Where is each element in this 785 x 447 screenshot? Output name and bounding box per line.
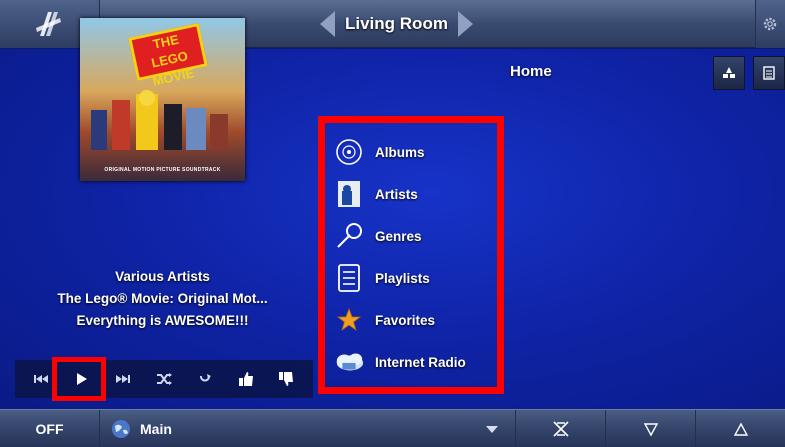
repeat-icon — [199, 374, 211, 382]
album-art: THE LEGO MOVIE ORIGINAL MOTION PICTURE S… — [80, 18, 245, 181]
tree-view-icon — [723, 67, 735, 78]
next-track-icon — [116, 375, 131, 383]
mute-icon — [552, 421, 569, 437]
power-off-button[interactable]: OFF — [0, 410, 100, 447]
browse-menu-highlight — [318, 116, 504, 394]
zone-selector[interactable]: Main — [110, 410, 172, 447]
mute-button[interactable] — [515, 410, 605, 447]
thumbs-up-button[interactable] — [231, 364, 261, 394]
volume-up-icon — [733, 422, 748, 436]
browse-title: Home — [510, 63, 552, 80]
thumbs-up-icon — [238, 372, 253, 386]
globe-icon — [112, 420, 130, 438]
now-playing-artist: Various Artists — [115, 269, 210, 284]
now-playing-album: The Lego® Movie: Original Mot... — [57, 291, 268, 306]
previous-room-arrow-icon[interactable] — [320, 11, 335, 37]
shuffle-icon — [156, 373, 172, 385]
album-art-logo: THE LEGO MOVIE — [128, 22, 208, 89]
previous-track-icon — [34, 375, 49, 383]
room-title[interactable]: Living Room — [345, 14, 448, 34]
next-room-arrow-icon[interactable] — [457, 11, 473, 37]
play-button-highlight — [52, 357, 106, 401]
volume-up-button[interactable] — [695, 410, 785, 447]
album-art-figures — [91, 90, 228, 150]
thumbs-down-button[interactable] — [271, 364, 301, 394]
app-logo-icon — [36, 12, 61, 36]
zone-label: Main — [140, 421, 172, 437]
gear-icon — [763, 17, 777, 31]
volume-down-button[interactable] — [605, 410, 695, 447]
repeat-button[interactable] — [190, 364, 220, 394]
volume-down-icon — [643, 423, 658, 437]
thumbs-down-icon — [279, 372, 294, 386]
zone-dropdown-icon[interactable] — [486, 426, 498, 433]
shuffle-button[interactable] — [149, 364, 179, 394]
queue-list-button[interactable] — [753, 56, 785, 90]
settings-button[interactable] — [755, 0, 785, 48]
browse-mode-button[interactable] — [713, 56, 745, 90]
list-icon — [763, 66, 775, 80]
bottom-bar: OFF Main — [0, 409, 785, 447]
now-playing-song: Everything is AWESOME!!! — [76, 313, 249, 328]
album-art-caption: ORIGINAL MOTION PICTURE SOUNDTRACK — [104, 167, 221, 173]
room-selector: Living Room — [320, 8, 473, 40]
next-track-button[interactable] — [108, 364, 138, 394]
